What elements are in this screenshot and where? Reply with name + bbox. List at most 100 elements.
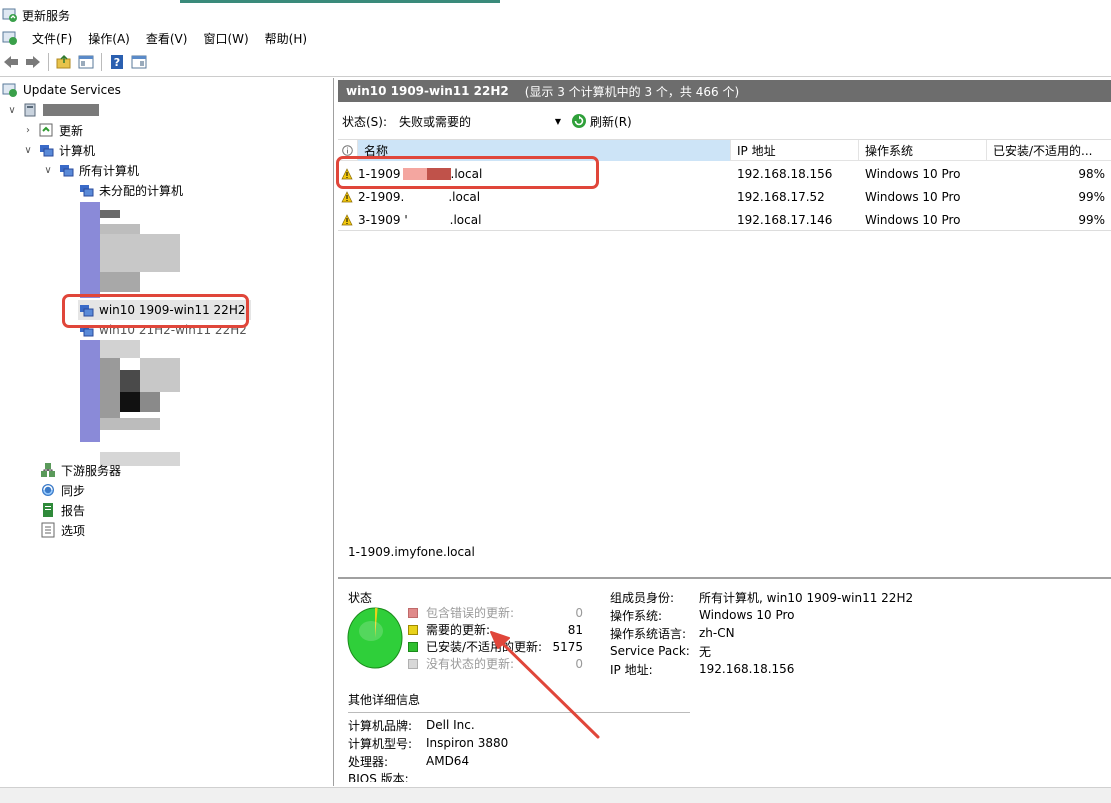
tree-label: 报告 xyxy=(61,503,86,518)
prop-key: BIOS 版本: xyxy=(348,772,409,782)
prop-value: 无 xyxy=(699,644,712,659)
table-row[interactable]: 3-1909 ' .local 192.168.17.146 Windows 1… xyxy=(338,208,1111,231)
menu-window[interactable]: 窗口(W) xyxy=(195,30,256,47)
legend-needed-updates: 需要的更新: 81 xyxy=(408,621,583,638)
tree-node-unassigned[interactable]: 未分配的计算机 xyxy=(78,180,183,200)
prop-value: Dell Inc. xyxy=(426,718,475,732)
prop-key: Service Pack: xyxy=(610,644,690,658)
legend-value: 0 xyxy=(575,656,583,671)
console-document-icon[interactable] xyxy=(2,30,18,46)
redacted-group-icons xyxy=(80,202,100,298)
forward-icon xyxy=(26,56,40,68)
prop-value: Inspiron 3880 xyxy=(426,736,509,750)
redacted-block xyxy=(100,224,140,234)
legend-no-status-updates: 没有状态的更新: 0 xyxy=(408,655,583,672)
prop-membership: 组成员身份: 所有计算机, win10 1909-win11 22H2 xyxy=(610,588,913,606)
prop-os: 操作系统: Windows 10 Pro xyxy=(610,606,913,624)
refresh-button[interactable]: 刷新(R) xyxy=(571,113,632,130)
column-header-name[interactable]: 名称 xyxy=(358,140,731,161)
tree-node-update-services[interactable]: Update Services xyxy=(2,80,121,100)
reports-icon xyxy=(40,502,56,518)
tree-label: 所有计算机 xyxy=(79,163,140,178)
properties-button[interactable] xyxy=(130,53,148,71)
table-row[interactable]: 2-1909. .local 192.168.17.52 Windows 10 … xyxy=(338,185,1111,208)
prop-key: IP 地址: xyxy=(610,662,653,677)
status-filter-value: 失败或需要的 xyxy=(399,114,472,129)
status-filter-select[interactable]: 失败或需要的 ▼ xyxy=(395,111,565,131)
pane-splitter[interactable] xyxy=(338,577,1111,579)
other-details-divider xyxy=(348,712,690,713)
menu-help[interactable]: 帮助(H) xyxy=(257,30,315,47)
prop-processor: 处理器: AMD64 xyxy=(348,752,508,770)
collapse-chevron-icon[interactable]: ∨ xyxy=(42,165,54,176)
redacted-hostname xyxy=(426,167,451,180)
selected-computer-name: 1-1909.imyfone.local xyxy=(348,545,475,559)
help-button[interactable]: ? xyxy=(108,53,126,71)
toolbar-bottom-border xyxy=(0,76,1111,77)
status-title: 状态 xyxy=(348,591,373,605)
forward-button[interactable] xyxy=(24,53,42,71)
status-legend: 包含错误的更新: 0 需要的更新: 81 已安装/不适用的更新: 5175 没有… xyxy=(408,604,583,672)
tree-node-reports[interactable]: 报告 xyxy=(40,500,85,520)
prop-key: 计算机品牌: xyxy=(348,718,413,733)
prop-model: 计算机型号: Inspiron 3880 xyxy=(348,734,508,752)
prop-key: 组成员身份: xyxy=(610,590,675,605)
redacted-server-name xyxy=(43,104,99,116)
cell-name: 3-1909 ' .local xyxy=(358,208,731,231)
other-details-title: 其他详细信息 xyxy=(348,693,421,707)
expand-chevron-icon[interactable]: › xyxy=(22,125,34,136)
redacted-group-icons xyxy=(80,340,100,442)
redacted-hostname xyxy=(402,167,427,180)
collapse-chevron-icon[interactable]: ∨ xyxy=(6,105,18,116)
grid-rows-divider xyxy=(338,230,1111,231)
legend-swatch xyxy=(408,658,418,669)
tree-node-server[interactable]: ∨ xyxy=(6,100,99,120)
menu-view[interactable]: 查看(V) xyxy=(138,30,196,47)
menu-action[interactable]: 操作(A) xyxy=(80,30,138,47)
results-header: win10 1909-win11 22H2 (显示 3 个计算机中的 3 个，共… xyxy=(338,80,1111,102)
computer-group-icon xyxy=(58,162,74,178)
table-row[interactable]: 1-1909 .local 192.168.18.156 Windows 10 … xyxy=(338,162,1111,185)
redacted-block xyxy=(100,272,140,292)
computer-properties: 组成员身份: 所有计算机, win10 1909-win11 22H2 操作系统… xyxy=(610,588,913,678)
svg-text:?: ? xyxy=(114,56,120,69)
back-icon xyxy=(4,56,18,68)
cell-installed-pct: 98% xyxy=(1078,166,1105,181)
tree-node-computers[interactable]: ∨ 计算机 xyxy=(22,140,95,160)
cell-installed-pct: 99% xyxy=(1078,189,1105,204)
title-bar: 更新服务 xyxy=(0,3,1111,27)
status-bar xyxy=(0,787,1111,803)
tree-label: 下游服务器 xyxy=(61,463,122,478)
column-header-os[interactable]: 操作系统 xyxy=(859,140,987,161)
column-header-ip[interactable]: IP 地址 xyxy=(731,140,859,161)
back-button[interactable] xyxy=(2,53,20,71)
tree-node-all-computers[interactable]: ∨ 所有计算机 xyxy=(42,160,139,180)
tree-node-synchronizations[interactable]: 同步 xyxy=(40,480,85,500)
menu-file[interactable]: 文件(F) xyxy=(24,30,80,47)
cell-name-prefix: 3-1909 ' xyxy=(358,212,408,227)
cell-name-suffix: .local xyxy=(450,166,483,181)
tree-node-options[interactable]: 选项 xyxy=(40,520,85,540)
header-title: win10 1909-win11 22H2 xyxy=(346,84,509,98)
tree-node-group-win10-1909-win11[interactable]: win10 1909-win11 22H2 xyxy=(78,300,252,320)
column-status-icon[interactable] xyxy=(338,140,358,161)
show-hide-tree-button[interactable] xyxy=(77,53,95,71)
prop-os-language: 操作系统语言: zh-CN xyxy=(610,624,913,642)
prop-value: 192.168.18.156 xyxy=(699,662,795,676)
column-header-installed-pct[interactable]: 已安装/不适用的... xyxy=(987,140,1111,161)
tree-label: Update Services xyxy=(23,83,121,97)
options-icon xyxy=(40,522,56,538)
tree-node-downstream-servers[interactable]: 下游服务器 xyxy=(40,460,121,480)
tree-label: 计算机 xyxy=(59,143,96,158)
update-services-app-icon xyxy=(2,8,17,22)
legend-label: 已安装/不适用的更新: xyxy=(426,640,543,654)
tree-node-group-win10-21h2-win11[interactable]: win10 21H2-win11 22H2 xyxy=(78,320,247,340)
tree-node-updates[interactable]: › 更新 xyxy=(22,120,83,140)
legend-label: 包含错误的更新: xyxy=(426,606,515,620)
collapse-chevron-icon[interactable]: ∨ xyxy=(22,145,34,156)
status-filter-label: 状态(S): xyxy=(342,114,388,129)
prop-key: 操作系统语言: xyxy=(610,626,687,641)
redacted-block xyxy=(100,358,120,418)
up-folder-button[interactable] xyxy=(55,53,73,71)
tree-label: win10 21H2-win11 22H2 xyxy=(99,323,247,337)
